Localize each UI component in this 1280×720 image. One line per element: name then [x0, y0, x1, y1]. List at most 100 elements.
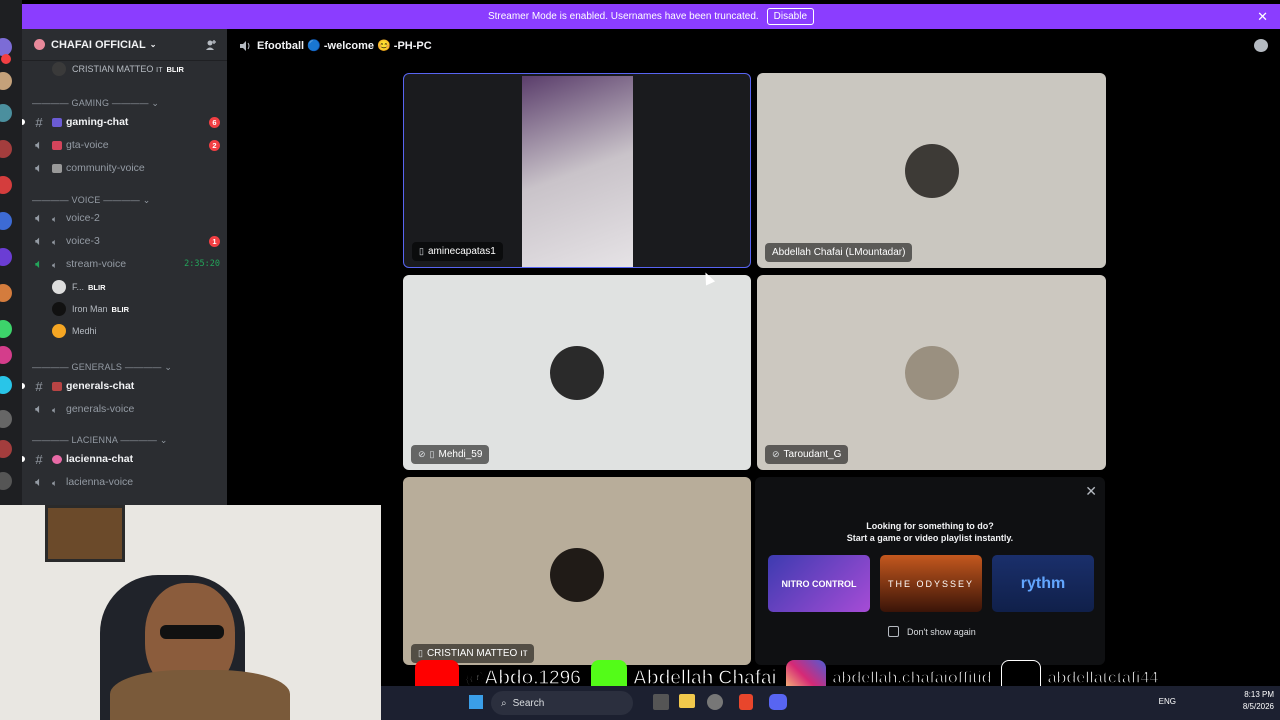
speaker-icon: 🔈︎ [35, 401, 43, 416]
channel-community-voice[interactable]: 🔈︎ community-voice [32, 158, 220, 178]
speaker-icon: 🔈︎ [35, 137, 43, 152]
voice-member[interactable]: CRISTIAN MATTEO ıт BLIR [52, 62, 184, 76]
discord-icon[interactable] [769, 694, 787, 710]
server-icon[interactable] [0, 320, 12, 338]
avatar [52, 62, 66, 76]
channel-generals-chat[interactable]: # generals-chat [32, 376, 220, 396]
server-icon[interactable] [0, 346, 12, 364]
hash-icon: # [35, 378, 43, 394]
category-lacienna[interactable]: ———— LACIENNA ———— ⌄ [32, 435, 168, 446]
close-icon[interactable]: ✕ [1257, 9, 1268, 25]
participant-label: ⊘ ▯ Mehdi_59 [411, 445, 490, 464]
speaker-icon: 🔈︎ [35, 233, 43, 248]
shirt [110, 670, 290, 720]
banner-text: Streamer Mode is enabled. Usernames have… [487, 11, 759, 22]
webcam-overlay [0, 505, 381, 720]
wall-picture [45, 505, 125, 562]
server-icon[interactable] [0, 212, 12, 230]
speaker-icon: 🔈︎ [52, 213, 58, 224]
channel-gta-voice[interactable]: 🔈︎ gta-voice 2 [32, 135, 220, 155]
windows-start-icon[interactable] [469, 695, 483, 709]
participant-tile[interactable]: ⊘ ▯ Mehdi_59 [403, 275, 751, 470]
category-gaming[interactable]: ———— GAMING ———— ⌄ [32, 98, 159, 109]
server-icon[interactable] [0, 248, 12, 266]
dont-show-label: Don't show again [907, 626, 976, 637]
taskbar-search[interactable]: ⌕ Search [491, 691, 633, 715]
brave-icon[interactable] [739, 694, 753, 710]
channel-voice-3[interactable]: 🔈︎ 🔈︎ voice-3 1 [32, 231, 220, 251]
browser-icon[interactable] [707, 694, 723, 710]
card-label: rythm [1020, 574, 1066, 592]
taskview-icon[interactable] [653, 694, 669, 710]
file-explorer-icon[interactable] [679, 694, 695, 708]
dont-show-again[interactable]: Don't show again [888, 626, 976, 637]
server-name: CHAFAI OFFICIAL [51, 38, 146, 51]
server-icon[interactable] [0, 472, 12, 490]
channel-name: voice-2 [66, 212, 100, 224]
close-icon[interactable]: ✕ [1085, 483, 1097, 500]
participant-tile[interactable]: ⊘ Taroudant_G [757, 275, 1106, 470]
activity-card-nitro[interactable]: NITRO CONTROL [768, 555, 870, 612]
participant-tile[interactable]: Abdellah Chafai (LMountadar) [757, 73, 1106, 268]
hash-icon: # [35, 451, 43, 467]
role-tag: BLIR [111, 304, 130, 314]
server-icon[interactable] [0, 176, 12, 194]
megaphone-icon [52, 381, 62, 391]
member-name: Medhi [72, 326, 97, 336]
server-icon[interactable] [0, 410, 12, 428]
participant-label: ⊘ Taroudant_G [765, 445, 849, 464]
avatar [550, 345, 604, 400]
activity-heading: Looking for something to do? [866, 521, 994, 531]
server-icon[interactable] [0, 72, 12, 90]
speaker-icon: 🔈︎ [35, 160, 43, 175]
channel-name: gta-voice [66, 139, 109, 151]
voice-member[interactable]: F... BLIR [52, 280, 106, 294]
clock[interactable]: 8:13 PM 8/5/2026 [1243, 689, 1274, 713]
server-icon[interactable] [0, 376, 12, 394]
participant-tile[interactable]: ▯ CRISTIAN MATTEO ıт [403, 477, 751, 665]
channel-generals-voice[interactable]: 🔈︎ 🔈︎ generals-voice [32, 399, 220, 419]
chat-bubble-icon[interactable] [1254, 39, 1268, 52]
voice-member[interactable]: Medhi [52, 324, 97, 338]
disable-button[interactable]: Disable [766, 8, 815, 25]
activity-panel: ✕ Looking for something to do? Start a g… [755, 477, 1105, 665]
voice-member[interactable]: Iron Man BLIR [52, 302, 129, 316]
avatar [550, 547, 604, 602]
checkbox[interactable] [888, 626, 899, 637]
add-member-icon[interactable] [205, 39, 217, 51]
channel-gaming-chat[interactable]: # gaming-chat 6 [32, 112, 220, 132]
activity-card-rythm[interactable]: rythm [992, 555, 1094, 612]
category-voice[interactable]: ———— VOICE ———— ⌄ [32, 195, 150, 206]
server-header[interactable]: CHAFAI OFFICIAL ⌄ [22, 29, 227, 61]
taskbar: ⌕ Search ENG 8:13 PM 8/5/2026 [381, 686, 1280, 720]
speaker-icon: 🔈︎ [35, 210, 43, 225]
channel-lacienna-chat[interactable]: # lacienna-chat [32, 449, 220, 469]
flower-icon [52, 454, 62, 464]
video-stream [522, 76, 633, 267]
member-name: Iron Man [72, 304, 108, 314]
channel-name: lacienna-voice [66, 476, 134, 488]
speaker-icon: 🔈︎ [52, 259, 58, 270]
category-label: ———— GAMING ———— [32, 98, 149, 108]
channel-lacienna-voice[interactable]: 🔈︎ 🔈︎ lacienna-voice [32, 472, 220, 492]
participant-tile[interactable]: ▯ aminecapatas1 [403, 73, 751, 268]
channel-name: community-voice [66, 162, 145, 174]
category-generals[interactable]: ———— GENERALS ———— ⌄ [32, 362, 172, 373]
channel-voice-2[interactable]: 🔈︎ 🔈︎ voice-2 [32, 208, 220, 228]
activity-card-odyssey[interactable]: THE ODYSSEY [880, 555, 982, 612]
voice-call-area: Efootball 🔵 -welcome 😊 -PH-PC [227, 29, 1280, 720]
channel-stream-voice[interactable]: 🔈︎ 🔈︎ stream-voice 2:35:20 [32, 254, 220, 274]
server-icon[interactable] [0, 440, 12, 458]
server-icon[interactable] [0, 140, 12, 158]
server-icon[interactable] [0, 284, 12, 302]
server-icon[interactable] [0, 104, 12, 122]
participant-name: Mehdi_59 [438, 449, 483, 460]
channel-name: stream-voice [66, 258, 127, 270]
channel-name: lacienna-chat [66, 453, 134, 465]
card-label: THE ODYSSEY [887, 578, 974, 589]
category-label: ———— VOICE ———— [32, 195, 141, 205]
avatar [904, 143, 959, 198]
streamer-mode-banner: Streamer Mode is enabled. Usernames have… [22, 4, 1280, 29]
speaker-icon: 🔈︎ [52, 477, 58, 488]
language-indicator[interactable]: ENG [1159, 697, 1176, 706]
